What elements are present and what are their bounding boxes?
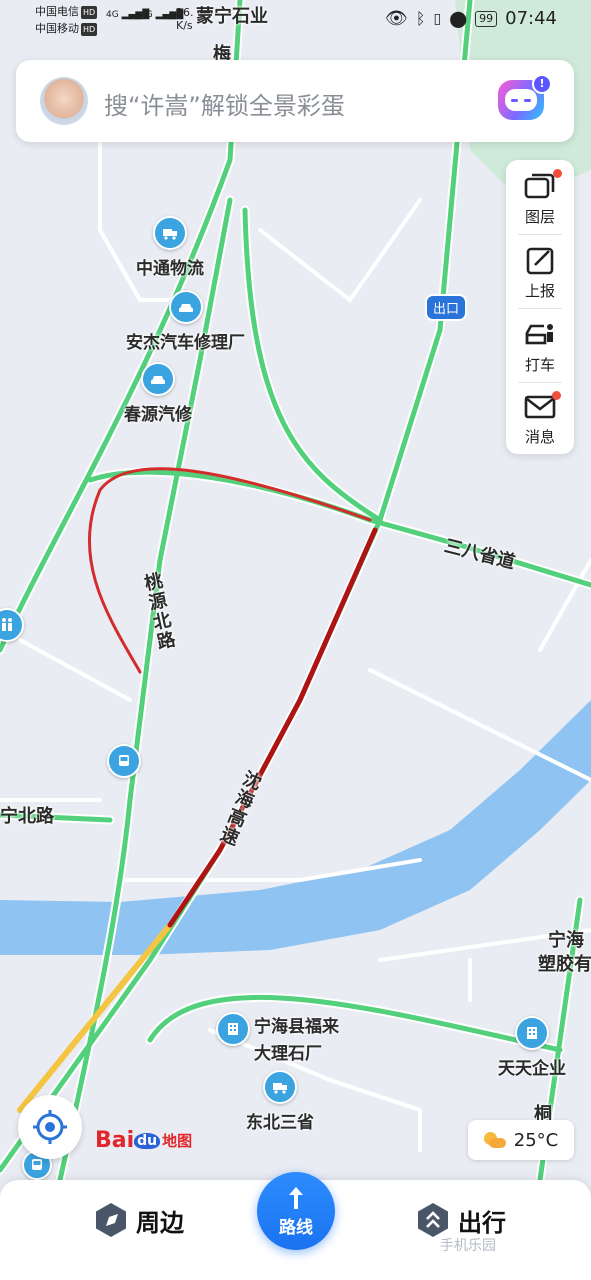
logo-map: 地图 xyxy=(162,1132,193,1150)
locate-button[interactable] xyxy=(18,1095,82,1159)
search-bar[interactable]: 搜“许嵩”解锁全景彩蛋 ! xyxy=(16,60,574,142)
layers-button[interactable]: 图层 xyxy=(506,162,574,234)
poi-label: 大理石厂 xyxy=(254,1044,322,1064)
hd-badge: HD xyxy=(81,5,98,19)
carrier-2-label: 中国移动 xyxy=(35,22,79,35)
compass-icon xyxy=(96,1203,126,1237)
poi-fulai[interactable]: 宁海县福来 大理石厂 xyxy=(216,1012,339,1064)
watermark: 手机乐园 xyxy=(440,1238,496,1254)
carrier-2: 中国移动 HD xyxy=(35,22,98,36)
carrier-1: 中国电信 HD xyxy=(35,5,98,19)
map-label-plastics-2: 塑胶有 xyxy=(538,954,591,975)
exit-badge: 出口 xyxy=(425,294,468,321)
messages-label: 消息 xyxy=(524,427,555,446)
route-label: 路线 xyxy=(279,1217,313,1238)
clock: 07:44 xyxy=(505,8,557,29)
target-icon xyxy=(33,1110,67,1144)
travel-button[interactable]: 出行 xyxy=(416,1202,506,1238)
location-icon: ⬤ xyxy=(449,9,468,28)
poi-label: 春源汽修 xyxy=(124,405,192,425)
messages-button[interactable]: 消息 xyxy=(506,382,574,454)
nearby-button[interactable]: 周边 xyxy=(94,1202,184,1238)
speed-value: 26. xyxy=(176,6,194,19)
network-type: 4G xyxy=(140,10,153,20)
poi-label: 宁海县福来 xyxy=(254,1017,339,1037)
poi-tiantian[interactable]: 天天企业 xyxy=(498,1016,566,1079)
poi-dongbei[interactable]: 东北三省 xyxy=(246,1070,314,1133)
divider xyxy=(518,308,562,309)
road-label-ning-north: 宁北路 xyxy=(0,806,54,827)
logo-paw: du xyxy=(134,1132,161,1149)
eye-icon: 👁 xyxy=(385,8,408,29)
status-right: 👁 ᛒ ▯ ⬤ 99 07:44 xyxy=(385,8,557,29)
building-icon xyxy=(515,1016,549,1050)
poi-label: 安杰汽车修理厂 xyxy=(126,333,245,353)
taxi-icon xyxy=(525,323,553,344)
poi-label: 东北三省 xyxy=(246,1113,314,1133)
notification-dot xyxy=(553,169,562,178)
carrier-1-label: 中国电信 xyxy=(35,5,79,18)
avatar[interactable] xyxy=(40,77,88,125)
route-button[interactable]: 路线 xyxy=(257,1172,335,1250)
vibrate-icon: ▯ xyxy=(433,10,442,27)
travel-label: 出行 xyxy=(458,1208,506,1237)
truck-icon xyxy=(153,216,187,250)
assistant-icon xyxy=(505,89,537,111)
hd-badge: HD xyxy=(81,22,98,36)
baidu-logo: Bai du 地图 xyxy=(95,1128,192,1153)
car-icon xyxy=(141,362,175,396)
search-input[interactable]: 搜“许嵩”解锁全景彩蛋 xyxy=(104,86,345,121)
weather-widget[interactable]: 25°C xyxy=(468,1120,574,1160)
bluetooth-icon: ᛒ xyxy=(415,9,426,28)
logo-bai: Bai xyxy=(95,1128,135,1153)
chevrons-up-icon xyxy=(418,1203,448,1237)
taxi-label: 打车 xyxy=(524,355,555,374)
divider xyxy=(518,234,562,235)
building-icon xyxy=(216,1012,250,1046)
partly-cloudy-icon xyxy=(483,1132,506,1148)
poi-label: 天天企业 xyxy=(498,1059,566,1079)
poi-anjie[interactable]: 安杰汽车修理厂 xyxy=(126,290,245,353)
truck-icon xyxy=(263,1070,297,1104)
layers-label: 图层 xyxy=(524,207,555,226)
network-type: 4G xyxy=(106,10,119,20)
poi-label: 中通物流 xyxy=(136,259,204,279)
map-label-plastics-1: 宁海 xyxy=(548,930,584,951)
network-speed: 26. K/s xyxy=(176,6,194,32)
speed-unit: K/s xyxy=(176,19,193,32)
report-label: 上报 xyxy=(524,281,555,300)
status-bar: 中国电信 HD 中国移动 HD 4G ▂▄▆█ 4G ▂▄▆█ 26. K/s 👁 ᛒ… xyxy=(0,0,591,44)
map-toolbar: 图层 上报 打车 消息 xyxy=(506,160,574,454)
car-icon xyxy=(168,290,203,324)
notification-dot xyxy=(552,391,561,400)
route-arrow-icon xyxy=(289,1186,303,1209)
report-button[interactable]: 上报 xyxy=(506,236,574,308)
nearby-label: 周边 xyxy=(136,1208,184,1237)
poi-chunyuan[interactable]: 春源汽修 xyxy=(124,362,192,425)
battery-icon: 99 xyxy=(475,10,498,27)
notification-badge: ! xyxy=(532,74,552,94)
temperature: 25°C xyxy=(513,1129,559,1151)
taxi-button[interactable]: 打车 xyxy=(506,310,574,382)
bus-stop-icon[interactable] xyxy=(107,744,141,778)
edit-icon xyxy=(526,247,554,274)
poi-zhongtong[interactable]: 中通物流 xyxy=(136,216,204,279)
